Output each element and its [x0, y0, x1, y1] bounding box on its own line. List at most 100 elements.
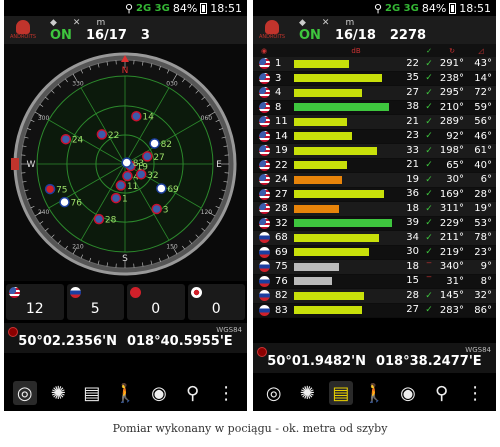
table-row[interactable]: 11 21 ✓ 289° 56° — [253, 115, 496, 130]
satellite-id: 1 — [275, 58, 282, 70]
table-row[interactable]: 24 19 ✓ 30° 6° — [253, 173, 496, 188]
azimuth-col-header-icon: ↻ — [449, 46, 455, 55]
table-row[interactable]: 69 30 ✓ 219° 23° — [253, 245, 496, 260]
satellite-id-label: 82 — [161, 140, 172, 150]
snr-bar-fill — [294, 306, 362, 315]
map-pin-tab-icon[interactable]: ⚲ — [181, 381, 205, 405]
skyview-tab-icon[interactable]: ✺ — [46, 381, 70, 405]
network-indicator: 2G 3G — [136, 2, 170, 14]
bottom-nav: ◎ ✺ ▤ 🚶 ◉ ⚲ ⋮ — [253, 375, 496, 411]
satellite-marker-icon — [60, 133, 72, 145]
used-check-icon: ✓ — [425, 102, 433, 113]
satellite-marker-icon — [142, 151, 153, 162]
overflow-menu-icon[interactable]: ⋮ — [463, 381, 487, 405]
table-row[interactable]: 3 35 ✓ 238° 14° — [253, 71, 496, 86]
signal-bars-tab-icon[interactable]: ▤ — [328, 381, 353, 405]
satellite-id: 32 — [275, 217, 288, 229]
datum-label: WGS84 — [465, 346, 491, 354]
satellite-marker-icon — [96, 129, 108, 140]
used-check-icon: ✓ — [425, 174, 433, 185]
used-check-icon: ✓ — [425, 189, 433, 200]
table-row[interactable]: 28 18 ✓ 311° 19° — [253, 202, 496, 217]
record-icon[interactable] — [8, 327, 18, 337]
location-icon: ⚲ — [124, 1, 134, 15]
satellite-id-label: 24 — [72, 136, 84, 146]
satellite-id-label: 22 — [108, 131, 119, 141]
table-row[interactable]: 82 28 ✓ 145° 32° — [253, 289, 496, 304]
used-check-icon: ✓ — [425, 58, 433, 69]
sky-view[interactable]: N E S W 330 300 240 210 150 120 060 030 24 22 14 82 27 75… — [4, 44, 247, 281]
signal-bars-tab-icon[interactable]: ▤ — [80, 381, 104, 405]
dial-label: W — [27, 160, 36, 170]
antenna-icon: ✕ — [321, 18, 330, 28]
fix-status: ON — [50, 28, 72, 43]
satellite-id-label: 32 — [147, 171, 158, 181]
globe-tab-icon[interactable]: ◉ — [396, 381, 420, 405]
satellite-id-label: 75 — [56, 186, 67, 196]
snr-bar: 18 — [291, 261, 421, 272]
azimuth: 210° — [439, 101, 464, 113]
battery-icon — [200, 2, 208, 14]
table-row[interactable]: 27 36 ✓ 169° 28° — [253, 187, 496, 202]
table-row[interactable]: 76 15 ‾ 31° 8° — [253, 274, 496, 289]
table-row[interactable]: 4 27 ✓ 295° 72° — [253, 86, 496, 101]
elevation: 43° — [474, 58, 492, 70]
flag-icon — [253, 188, 275, 200]
flag-icon — [253, 261, 275, 273]
table-row[interactable]: 19 33 ✓ 198° 61° — [253, 144, 496, 159]
flag-icon — [253, 304, 275, 316]
azimuth: 145° — [439, 290, 464, 302]
flag-icon — [253, 145, 275, 157]
elevation: 19° — [474, 203, 492, 215]
compass-tab-icon[interactable]: ◎ — [12, 381, 37, 405]
snr-value: 23 — [406, 130, 419, 142]
status-bar: ⚲ 2G 3G 84% 18:51 — [253, 0, 496, 16]
flag-ru-icon — [69, 287, 81, 298]
record-icon[interactable] — [257, 347, 267, 357]
azimuth: 219° — [439, 246, 464, 258]
skyview-tab-icon[interactable]: ✺ — [295, 381, 319, 405]
satellite-id: 76 — [275, 275, 288, 287]
table-row[interactable]: 32 39 ✓ 229° 53° — [253, 216, 496, 231]
used-check-icon: ‾ — [426, 261, 432, 272]
accuracy-icon: m — [345, 18, 355, 28]
satellite-id-label: 76 — [71, 199, 83, 209]
walk-tab-icon[interactable]: 🚶 — [113, 381, 137, 405]
elevation: 46° — [474, 130, 492, 142]
snr-bar: 21 — [291, 116, 421, 127]
flag-icon — [253, 232, 275, 244]
table-row[interactable]: 83 27 ✓ 283° 86° — [253, 303, 496, 318]
table-row[interactable]: 68 34 ✓ 211° 78° — [253, 231, 496, 246]
snr-bar-fill — [294, 219, 392, 228]
table-row[interactable]: 75 18 ‾ 340° 9° — [253, 260, 496, 275]
compass-tab-icon[interactable]: ◎ — [262, 381, 286, 405]
globe-tab-icon[interactable]: ◉ — [147, 381, 171, 405]
map-pin-tab-icon[interactable]: ⚲ — [430, 381, 454, 405]
dial-label: 060 — [201, 115, 213, 122]
table-row[interactable]: 22 21 ✓ 65° 40° — [253, 158, 496, 173]
snr-bar: 21 — [291, 159, 421, 170]
satellite-icon: ◆ — [50, 18, 57, 28]
datum-label: WGS84 — [216, 326, 242, 334]
snr-bar-fill — [294, 74, 382, 83]
table-row[interactable]: 1 22 ✓ 291° 43° — [253, 57, 496, 72]
snr-value: 22 — [406, 57, 419, 69]
satellite-id: 83 — [275, 304, 288, 316]
table-row[interactable]: 8 38 ✓ 210° 59° — [253, 100, 496, 115]
satellite-marker-icon — [149, 138, 160, 149]
used-check-icon: ✓ — [425, 203, 433, 214]
snr-bar: 34 — [291, 232, 421, 243]
azimuth: 211° — [439, 232, 464, 244]
snr-bar-fill — [294, 248, 369, 257]
fix-status: ON — [299, 28, 321, 43]
azimuth: 31° — [446, 275, 464, 287]
overflow-menu-icon[interactable]: ⋮ — [214, 381, 238, 405]
snr-bar: 23 — [291, 130, 421, 142]
snr-bar-fill — [294, 146, 377, 155]
table-row[interactable]: 14 23 ✓ 92° 46° — [253, 129, 496, 144]
walk-tab-icon[interactable]: 🚶 — [362, 381, 386, 405]
snr-bar-fill — [294, 132, 352, 141]
clock: 18:51 — [459, 1, 491, 15]
flag-icon — [253, 290, 275, 302]
satellite-id: 24 — [275, 174, 288, 186]
